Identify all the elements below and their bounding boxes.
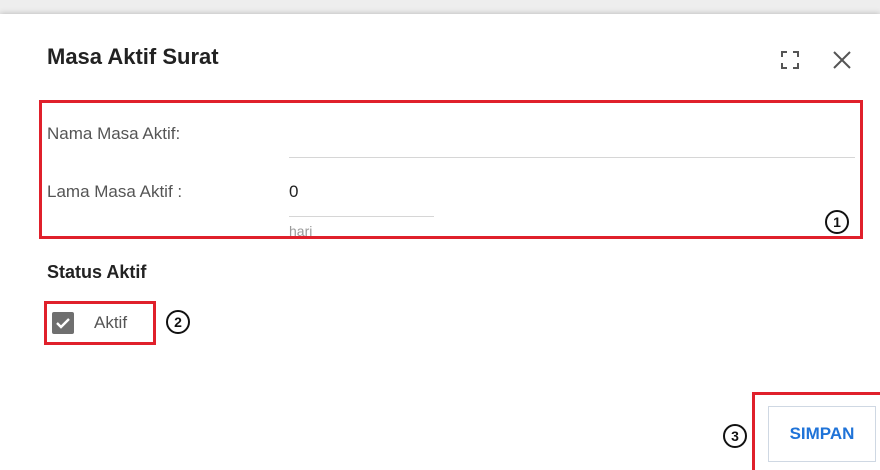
masa-aktif-dialog: Masa Aktif Surat [0,14,880,470]
dialog-title: Masa Aktif Surat [47,44,219,69]
aktif-checkbox[interactable] [52,312,74,334]
callout-3: 3 [723,424,747,448]
nama-masa-aktif-input[interactable] [289,124,855,154]
aktif-checkbox-label[interactable]: Aktif [94,313,127,333]
lama-unit-hint: hari [289,223,313,239]
status-aktif-title: Status Aktif [47,262,147,282]
lama-masa-aktif-input[interactable]: 0 [289,182,434,212]
callout-1: 1 [825,210,849,234]
lama-masa-aktif-label: Lama Masa Aktif : [47,182,183,201]
fullscreen-icon[interactable] [780,50,800,70]
form-fields-highlight [39,100,863,239]
nama-input-underline [289,157,855,158]
nama-masa-aktif-label: Nama Masa Aktif: [47,124,181,143]
lama-input-underline [289,216,434,217]
simpan-button[interactable]: SIMPAN [768,406,876,462]
callout-2: 2 [166,310,190,334]
checkmark-icon [56,318,70,329]
close-icon[interactable] [830,48,854,72]
